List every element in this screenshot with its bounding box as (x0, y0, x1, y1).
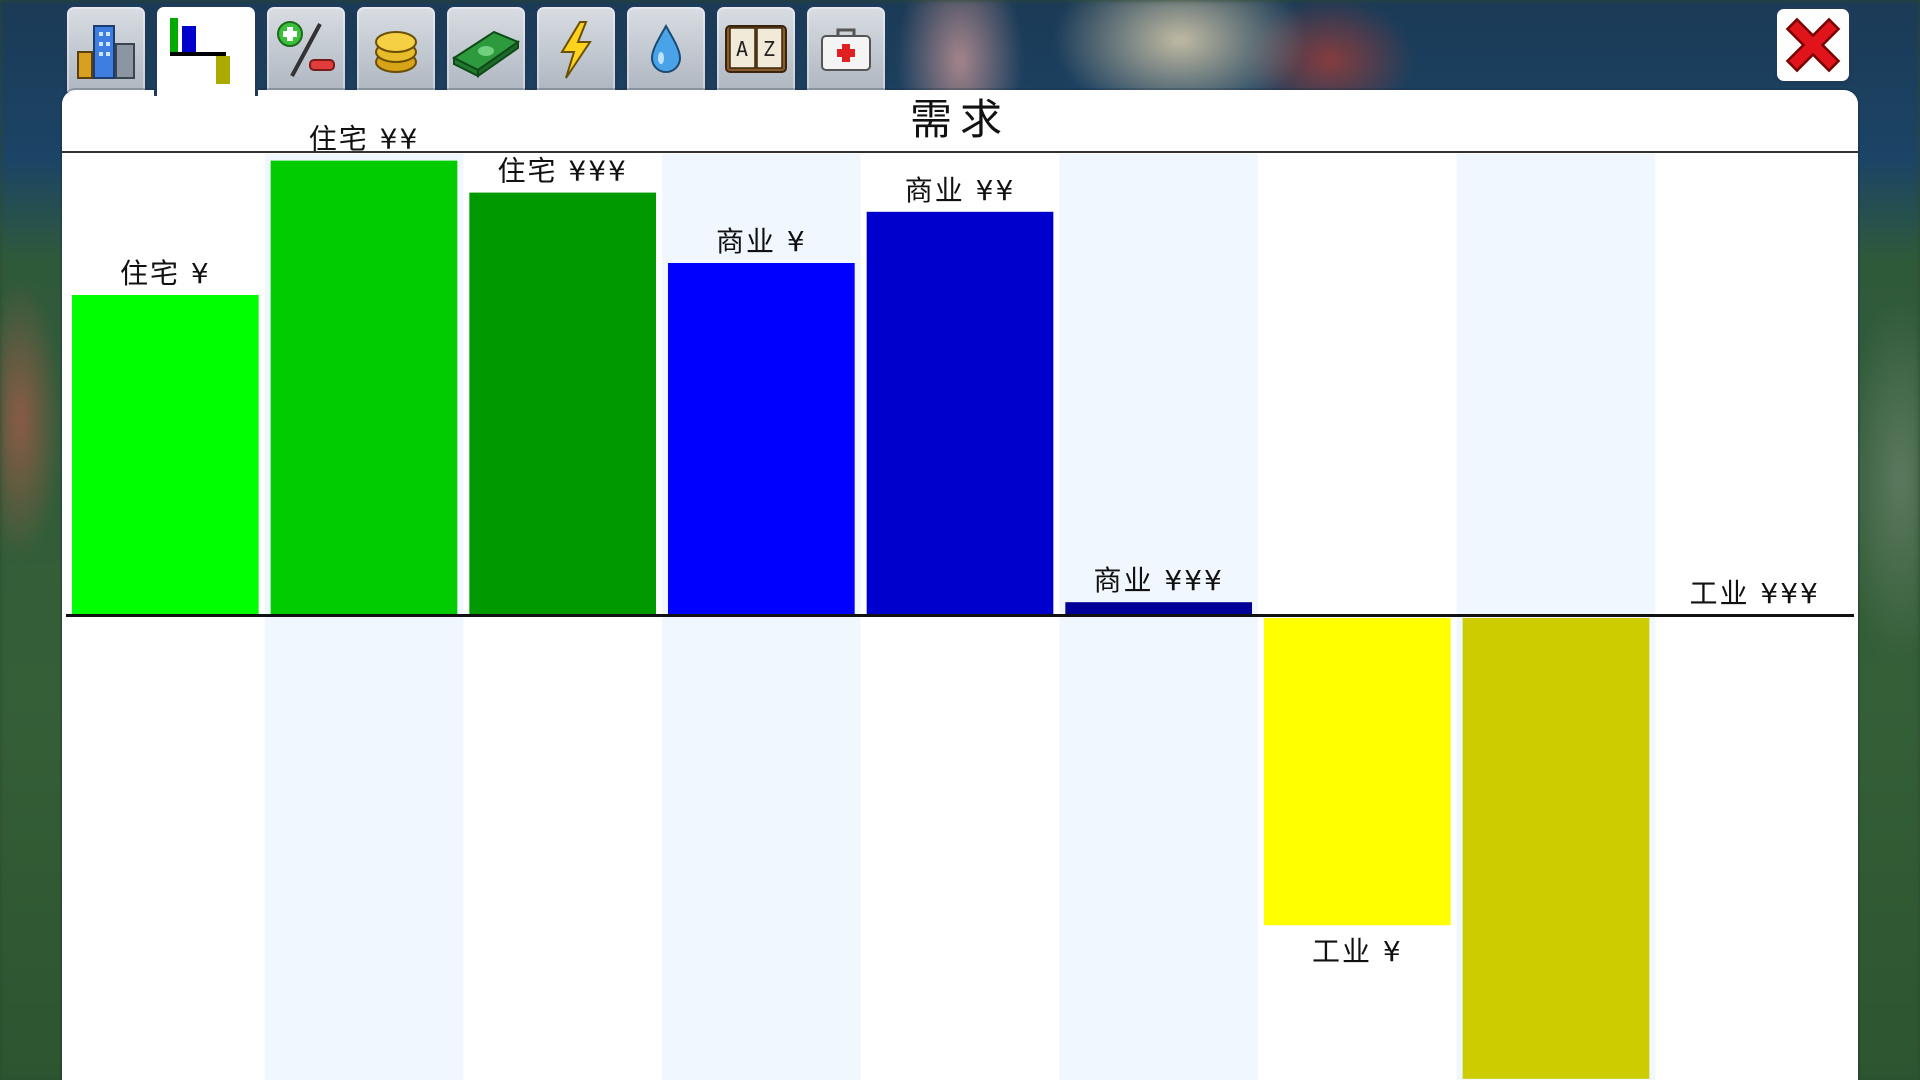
first-aid-icon (821, 28, 871, 71)
page-title: 需求 (909, 95, 1010, 144)
bar-label: 住宅 ¥ (120, 257, 211, 290)
demand-panel: 住宅 ¥住宅 ¥¥住宅 ¥¥¥商业 ¥商业 ¥¥商业 ¥¥¥工业 ¥工业 ¥¥工… (62, 90, 1858, 1080)
zero-baseline (66, 614, 1854, 617)
svg-text:A: A (736, 37, 748, 61)
demand-bar (1264, 618, 1451, 926)
demand-chart-icon (170, 17, 230, 84)
demand-bar-chart: 住宅 ¥住宅 ¥¥住宅 ¥¥¥商业 ¥商业 ¥¥商业 ¥¥¥工业 ¥工业 ¥¥工… (66, 123, 1854, 1080)
city-icon (77, 24, 135, 79)
demand-bar (270, 160, 458, 615)
demand-bar (72, 295, 259, 615)
close-button[interactable] (1774, 6, 1852, 84)
tab-health[interactable] (804, 4, 888, 92)
demand-bar (1065, 602, 1252, 615)
demand-bar (469, 192, 656, 615)
demand-bar (668, 263, 855, 615)
coins-icon (375, 30, 417, 73)
title-divider (62, 151, 1858, 153)
tab-finances[interactable] (444, 4, 528, 92)
cash-icon (451, 30, 521, 78)
tab-budget[interactable] (354, 4, 438, 92)
lightning-icon (560, 20, 592, 79)
tab-encyclopedia[interactable]: A Z (714, 4, 798, 92)
dictionary-icon: A Z (725, 24, 787, 73)
bar-label: 住宅 ¥¥¥ (497, 155, 627, 188)
water-drop-icon (650, 23, 682, 73)
bar-label: 商业 ¥¥ (905, 174, 1016, 207)
tax-rate-icon (277, 20, 335, 77)
svg-text:Z: Z (763, 37, 775, 61)
tab-water[interactable] (624, 4, 708, 92)
bar-label: 工业 ¥¥¥ (1689, 577, 1819, 610)
tab-tax-rate[interactable] (264, 4, 348, 92)
tab-city-overview[interactable] (64, 4, 148, 92)
bar-label: 商业 ¥¥¥ (1093, 564, 1223, 597)
bar-label: 工业 ¥ (1312, 935, 1403, 968)
demand-bar (1462, 618, 1650, 1079)
demand-bar (866, 211, 1054, 616)
tab-power[interactable] (534, 4, 618, 92)
toolbar-tabs: A Z (64, 4, 888, 96)
bar-label: 商业 ¥ (716, 225, 807, 258)
tab-demand[interactable] (154, 4, 258, 96)
close-icon (1785, 17, 1841, 73)
